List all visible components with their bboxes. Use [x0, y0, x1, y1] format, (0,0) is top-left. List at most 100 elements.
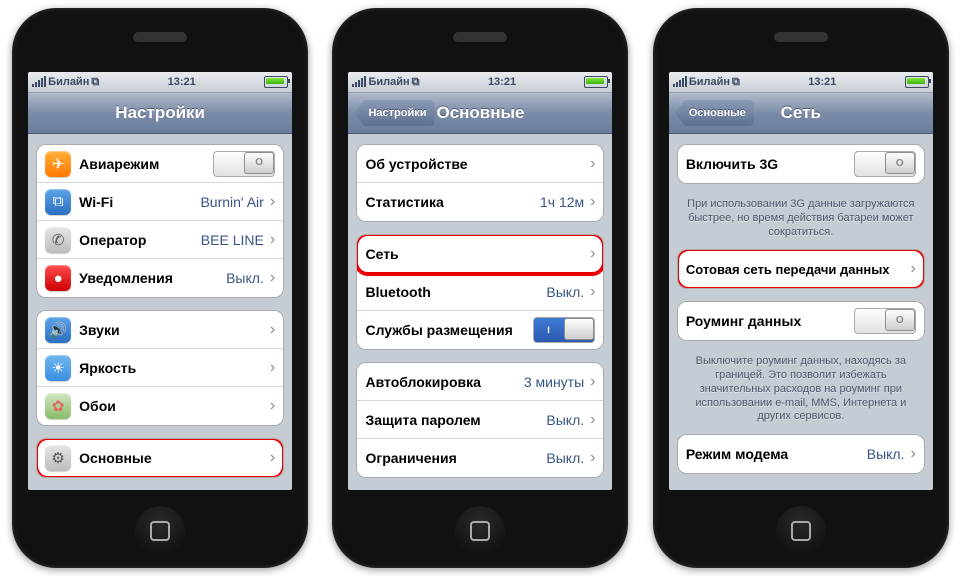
settings-list[interactable]: ✈АвиарежимO⧉Wi-FiBurnin' Air›✆ОператорBE…	[28, 134, 292, 490]
nav-title: Основные	[436, 103, 524, 123]
network-list[interactable]: Включить 3GO При использовании 3G данные…	[669, 134, 933, 490]
carrier-icon: ✆	[45, 227, 71, 253]
general-list[interactable]: Об устройстве›Статистика1ч 12м› Сеть›Blu…	[348, 134, 612, 490]
phone-frame-3: Билайн ⧉ 13:21 Основные Сеть Включить 3G…	[653, 8, 949, 568]
airplane-mode-toggle[interactable]: O	[213, 151, 275, 177]
chevron-right-icon: ›	[270, 269, 275, 287]
general-group-3: Автоблокировка3 минуты›Защита паролемВык…	[356, 362, 604, 478]
chevron-right-icon: ›	[270, 231, 275, 249]
row-value: Выкл.	[867, 446, 905, 462]
row-bluetooth[interactable]: BluetoothВыкл. ›	[357, 273, 603, 311]
sounds-icon: 🔊	[45, 317, 71, 343]
row-label: Обои	[79, 398, 268, 414]
home-button[interactable]	[135, 506, 185, 556]
location-services-toggle[interactable]: I	[533, 317, 595, 343]
status-bar: Билайн ⧉ 13:21	[28, 72, 292, 93]
row-usage[interactable]: Статистика1ч 12м ›	[357, 183, 603, 221]
signal-icon	[32, 77, 46, 87]
row-cellular-data-network[interactable]: Сотовая сеть передачи данных›	[678, 250, 924, 288]
row-label: Сеть	[365, 246, 588, 262]
network-group-2: Сотовая сеть передачи данных›	[677, 249, 925, 289]
airplane-mode-icon: ✈	[45, 151, 71, 177]
network-group-1: Включить 3GO	[677, 144, 925, 184]
row-auto-lock[interactable]: Автоблокировка3 минуты›	[357, 363, 603, 401]
general-icon: ⚙	[45, 445, 71, 471]
row-passcode-lock[interactable]: Защита паролемВыкл.›	[357, 401, 603, 439]
row-carrier[interactable]: ✆ОператорBEE LINE›	[37, 221, 283, 259]
nav-bar: Настройки	[28, 93, 292, 134]
row-label: Роуминг данных	[686, 313, 854, 329]
wifi-icon: ⧉	[412, 76, 420, 89]
screen-2: Билайн ⧉ 13:21 Настройки Основные Об уст…	[348, 72, 612, 490]
row-enable-3g[interactable]: Включить 3GO	[678, 145, 924, 183]
row-data-roaming[interactable]: Роуминг данныхO	[678, 302, 924, 340]
status-time: 13:21	[488, 76, 516, 88]
row-label: Авиарежим	[79, 156, 213, 172]
back-button[interactable]: Основные	[675, 100, 754, 126]
signal-icon	[673, 77, 687, 87]
data-roaming-toggle[interactable]: O	[854, 308, 916, 334]
nav-bar: Основные Сеть	[669, 93, 933, 134]
row-label: Bluetooth	[365, 284, 546, 300]
general-group-1: Об устройстве› Статистика1ч 12м ›	[356, 144, 604, 222]
nav-title: Настройки	[115, 103, 205, 123]
wifi-icon: ⧉	[45, 189, 71, 215]
row-label: Оператор	[79, 232, 201, 248]
settings-group-3: ⚙Основные›	[36, 438, 284, 478]
settings-group-1: ✈АвиарежимO⧉Wi-FiBurnin' Air›✆ОператорBE…	[36, 144, 284, 298]
home-button[interactable]	[776, 506, 826, 556]
row-label: Об устройстве	[365, 156, 588, 172]
chevron-right-icon: ›	[590, 283, 595, 301]
status-time: 13:21	[168, 76, 196, 88]
carrier-label: Билайн	[689, 76, 730, 88]
row-label: Wi-Fi	[79, 194, 200, 210]
chevron-right-icon: ›	[590, 373, 595, 391]
status-bar: Билайн ⧉ 13:21	[348, 72, 612, 93]
row-label: Ограничения	[365, 450, 546, 466]
row-wallpaper[interactable]: ✿Обои›	[37, 387, 283, 425]
row-label: Защита паролем	[365, 412, 546, 428]
chevron-right-icon: ›	[590, 193, 595, 211]
row-about[interactable]: Об устройстве›	[357, 145, 603, 183]
row-network[interactable]: Сеть›	[357, 235, 603, 273]
row-restrictions[interactable]: ОграниченияВыкл.›	[357, 439, 603, 477]
battery-icon	[264, 76, 288, 88]
row-label: Основные	[79, 450, 268, 466]
row-value: 1ч 12м	[540, 194, 584, 210]
row-brightness[interactable]: ☀Яркость›	[37, 349, 283, 387]
wifi-icon: ⧉	[732, 76, 740, 89]
screen-1: Билайн ⧉ 13:21 Настройки ✈ АвиарежимO ⧉ Wi-…	[28, 72, 292, 490]
chevron-right-icon: ›	[590, 245, 595, 263]
row-label: Сотовая сеть передачи данных	[686, 262, 909, 277]
row-internet-tethering[interactable]: Режим модемаВыкл. ›	[678, 435, 924, 473]
row-label: Уведомления	[79, 270, 226, 286]
carrier-label: Билайн	[368, 76, 409, 88]
back-button[interactable]: Настройки	[354, 100, 434, 126]
row-value: Выкл.	[546, 284, 584, 300]
row-sounds[interactable]: 🔊Звуки›	[37, 311, 283, 349]
status-bar: Билайн ⧉ 13:21	[669, 72, 933, 93]
chevron-right-icon: ›	[910, 260, 915, 278]
row-label: Режим модема	[686, 446, 867, 462]
row-notifications[interactable]: ●УведомленияВыкл.›	[37, 259, 283, 297]
enable-3g-toggle[interactable]: O	[854, 151, 916, 177]
chevron-right-icon: ›	[910, 445, 915, 463]
row-label: Статистика	[365, 194, 540, 210]
chevron-right-icon: ›	[270, 359, 275, 377]
row-wifi[interactable]: ⧉Wi-FiBurnin' Air›	[37, 183, 283, 221]
settings-group-2: 🔊Звуки›☀Яркость›✿Обои›	[36, 310, 284, 426]
status-time: 13:21	[808, 76, 836, 88]
carrier-label: Билайн	[48, 76, 89, 88]
general-group-2: Сеть›BluetoothВыкл.›Службы размещенияI	[356, 234, 604, 350]
network-group-3: Роуминг данныхO	[677, 301, 925, 341]
row-airplane-mode[interactable]: ✈ АвиарежимO	[37, 145, 283, 183]
row-label: Службы размещения	[365, 322, 533, 338]
row-location-services[interactable]: Службы размещенияI	[357, 311, 603, 349]
chevron-right-icon: ›	[590, 411, 595, 429]
nav-title: Сеть	[781, 103, 821, 123]
row-general[interactable]: ⚙Основные›	[37, 439, 283, 477]
row-value: Burnin' Air	[200, 194, 263, 210]
brightness-icon: ☀	[45, 355, 71, 381]
home-button[interactable]	[455, 506, 505, 556]
note-roaming: Выключите роуминг данных, находясь за гр…	[677, 353, 925, 434]
